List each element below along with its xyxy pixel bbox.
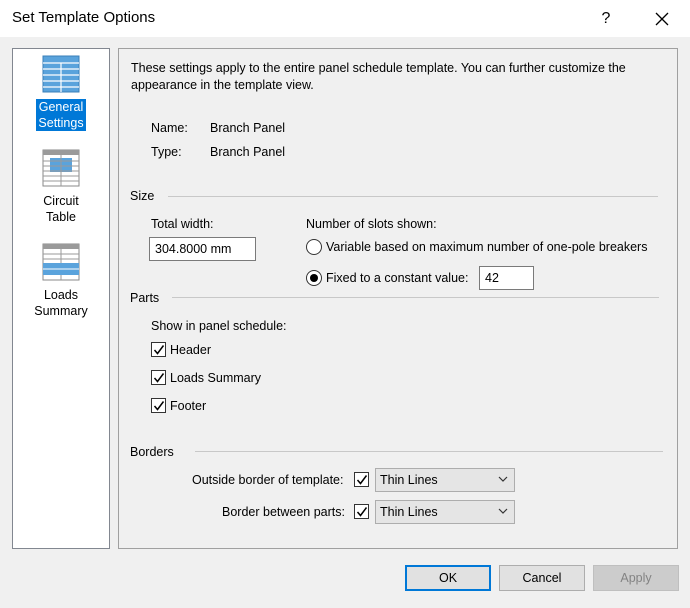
footer-checkbox-label[interactable]: Footer bbox=[170, 399, 206, 413]
general-settings-icon bbox=[42, 55, 80, 93]
outside-border-checkbox[interactable] bbox=[354, 472, 369, 487]
size-divider bbox=[168, 196, 658, 197]
window-title: Set Template Options bbox=[12, 9, 156, 26]
variable-radio-label[interactable]: Variable based on maximum number of one-… bbox=[326, 240, 656, 254]
help-button[interactable]: ? bbox=[578, 0, 634, 37]
close-button[interactable] bbox=[634, 0, 690, 37]
loads-summary-checkbox[interactable] bbox=[151, 370, 166, 385]
apply-button[interactable]: Apply bbox=[593, 565, 679, 591]
title-bar: Set Template Options ? bbox=[0, 0, 690, 37]
loads-summary-icon bbox=[42, 243, 80, 281]
between-border-value: Thin Lines bbox=[380, 505, 438, 519]
fixed-radio[interactable] bbox=[306, 270, 322, 286]
size-heading: Size bbox=[130, 189, 155, 203]
checkmark-icon bbox=[356, 507, 368, 517]
header-checkbox[interactable] bbox=[151, 342, 166, 357]
outside-border-select[interactable]: Thin Lines bbox=[375, 468, 515, 492]
footer-checkbox[interactable] bbox=[151, 398, 166, 413]
between-border-select[interactable]: Thin Lines bbox=[375, 500, 515, 524]
sidebar: General Settings Circuit Table Loads Sum… bbox=[12, 48, 110, 549]
parts-divider bbox=[172, 297, 659, 298]
circuit-table-icon bbox=[42, 149, 80, 187]
checkmark-icon bbox=[153, 373, 165, 383]
slots-label: Number of slots shown: bbox=[306, 217, 437, 231]
sidebar-item-label: General Settings bbox=[36, 99, 86, 131]
fixed-radio-label[interactable]: Fixed to a constant value: bbox=[326, 271, 468, 285]
borders-divider bbox=[195, 451, 663, 452]
between-border-label: Border between parts: bbox=[222, 505, 345, 519]
variable-radio[interactable] bbox=[306, 239, 322, 255]
parts-heading: Parts bbox=[130, 291, 160, 305]
total-width-label: Total width: bbox=[151, 217, 214, 231]
show-in-schedule-label: Show in panel schedule: bbox=[151, 319, 287, 333]
between-border-checkbox[interactable] bbox=[354, 504, 369, 519]
checkmark-icon bbox=[153, 345, 165, 355]
loads-summary-checkbox-label[interactable]: Loads Summary bbox=[170, 371, 261, 385]
name-label: Name: bbox=[151, 121, 188, 135]
intro-text: These settings apply to the entire panel… bbox=[131, 61, 626, 92]
close-icon bbox=[655, 12, 669, 25]
cancel-button[interactable]: Cancel bbox=[499, 565, 585, 591]
chevron-down-icon bbox=[498, 508, 508, 514]
name-value: Branch Panel bbox=[210, 121, 286, 135]
ok-button[interactable]: OK bbox=[405, 565, 491, 591]
chevron-down-icon bbox=[498, 476, 508, 482]
sidebar-item-general-settings[interactable]: General Settings bbox=[13, 49, 109, 139]
checkmark-icon bbox=[356, 475, 368, 485]
type-value: Branch Panel bbox=[210, 145, 286, 159]
total-width-input[interactable]: 304.8000 mm bbox=[149, 237, 256, 261]
outside-border-value: Thin Lines bbox=[380, 473, 438, 487]
borders-heading: Borders bbox=[130, 445, 174, 459]
fixed-value-input[interactable]: 42 bbox=[479, 266, 534, 290]
checkmark-icon bbox=[153, 401, 165, 411]
sidebar-item-label: Loads Summary bbox=[34, 288, 88, 318]
outside-border-label: Outside border of template: bbox=[192, 473, 344, 487]
sidebar-item-circuit-table[interactable]: Circuit Table bbox=[13, 143, 109, 233]
sidebar-item-label: Circuit Table bbox=[43, 194, 79, 224]
sidebar-item-loads-summary[interactable]: Loads Summary bbox=[13, 237, 109, 327]
header-checkbox-label[interactable]: Header bbox=[170, 343, 211, 357]
type-label: Type: bbox=[151, 145, 182, 159]
